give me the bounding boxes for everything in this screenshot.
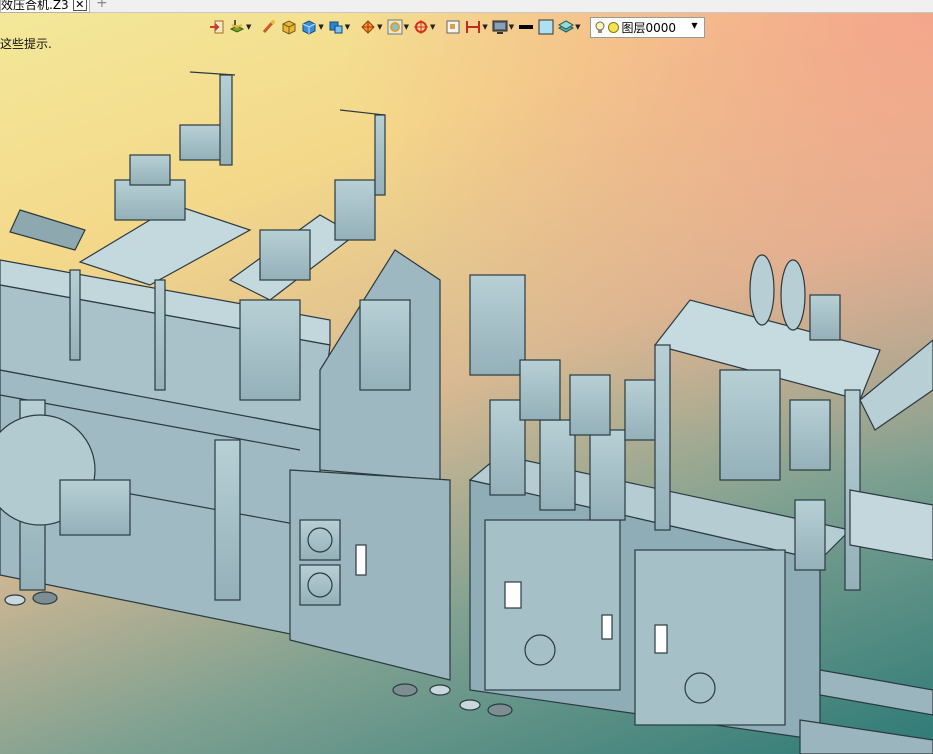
fill-color-button[interactable] [537,17,555,37]
chevron-down-icon[interactable]: ▼ [430,23,435,31]
layers-button[interactable]: ▼ [228,17,252,37]
line-color-button[interactable] [517,17,535,37]
chevron-down-icon[interactable]: ▼ [318,23,323,31]
layer-color-dot [607,21,619,33]
shape-tool-icon [361,20,375,34]
layer-select-value: 图层0000 [621,20,677,35]
layer-select[interactable]: 图层0000 ▼ [589,16,705,38]
machine-model [0,71,933,754]
blocks-button[interactable]: ▼ [327,17,351,37]
add-tab-icon[interactable]: + [96,0,108,11]
lightbulb-icon [595,21,605,33]
frame-button[interactable]: ▼ [386,17,410,37]
dimension-icon [466,21,481,33]
fill-color-swatch [538,19,554,35]
line-color-swatch [519,25,534,29]
move-target-icon [413,20,428,34]
chevron-down-icon[interactable]: ▼ [246,23,251,31]
layer-manager-button[interactable]: ▼ [557,17,581,37]
layers-stack-icon [229,20,245,33]
chevron-down-icon[interactable]: ▼ [575,23,580,31]
monitor-icon [492,20,508,34]
brush-button[interactable] [260,17,278,37]
close-icon[interactable]: ✕ [72,0,87,11]
display-button[interactable]: ▼ [491,17,515,37]
model-viewport[interactable] [0,40,933,754]
chevron-down-icon[interactable]: ▼ [482,23,487,31]
blocks-icon [329,21,343,34]
brush-icon [263,20,276,33]
shape-button[interactable]: ▼ [359,17,383,37]
document-tab[interactable]: 效压合机.Z3 ✕ [0,0,90,13]
chevron-down-icon[interactable]: ▼ [377,23,382,31]
chevron-down-icon: ▼ [691,20,698,30]
box-icon [282,20,296,35]
chevron-down-icon[interactable]: ▼ [404,23,409,31]
import-button[interactable] [208,17,226,37]
view-toolbar: ▼ ▼ ▼ ▼ ▼ ▼ ▼ ▼ ▼ 图层0000 ▼ [208,16,705,38]
chevron-down-icon[interactable]: ▼ [345,23,350,31]
document-tab-title: 效压合机.Z3 [1,0,69,12]
box-button[interactable] [280,17,298,37]
rect-view-icon [446,20,460,34]
move-target-button[interactable]: ▼ [412,17,436,37]
chevron-down-icon[interactable]: ▼ [509,23,514,31]
import-icon [210,20,224,34]
solid-button[interactable]: ▼ [300,17,324,37]
dimension-button[interactable]: ▼ [464,17,488,37]
layer-stack-icon [558,20,575,33]
view-rect-button[interactable] [444,17,462,37]
solid-cube-icon [302,20,316,35]
frame-icon [387,19,403,35]
document-tab-bar: 效压合机.Z3 ✕ + [0,0,933,13]
